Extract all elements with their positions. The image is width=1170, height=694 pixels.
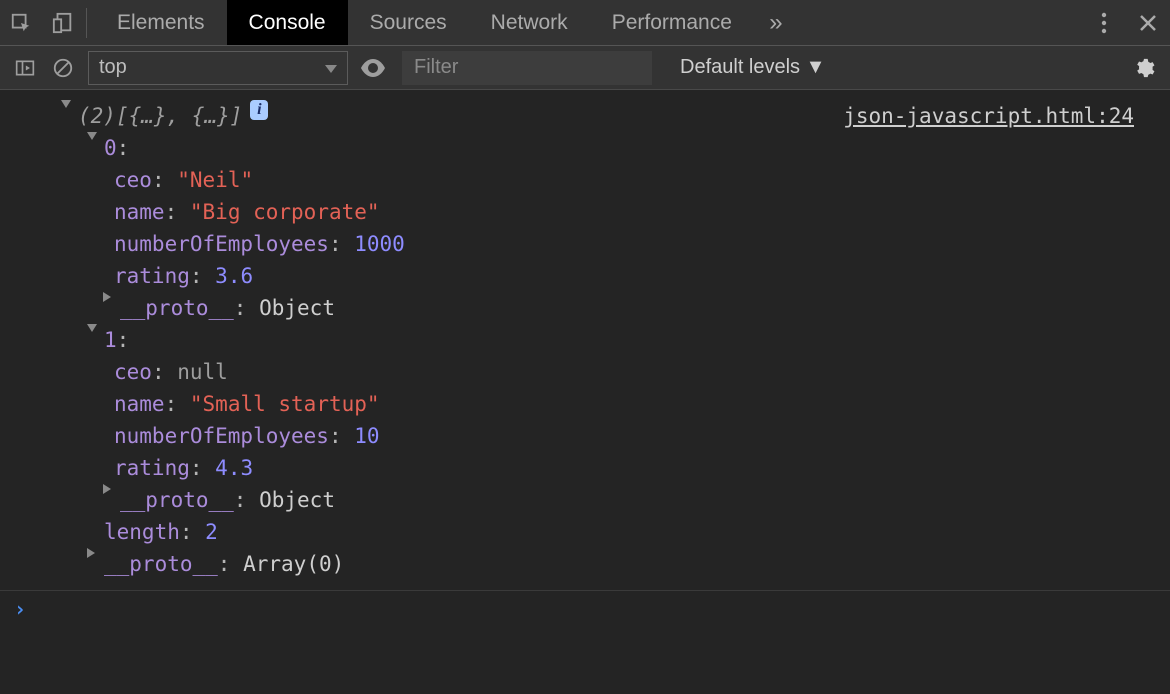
index-0-row[interactable]: 0: <box>14 132 1156 164</box>
tab-sources[interactable]: Sources <box>348 0 469 45</box>
proto-key: __proto__ <box>120 484 234 516</box>
prop-row: ceo: "Neil" <box>14 164 1156 196</box>
close-icon[interactable] <box>1126 0 1170 46</box>
context-label: top <box>99 56 127 79</box>
console-toolbar: top Default levels ▼ <box>0 46 1170 90</box>
triangle-down-icon[interactable] <box>84 324 100 334</box>
prop-row: name: "Small startup" <box>14 388 1156 420</box>
prop-key: name <box>114 388 165 420</box>
array-preview: [{…}, {…}] <box>116 100 242 132</box>
prop-key: rating <box>114 452 190 484</box>
proto-value: Object <box>259 484 335 516</box>
proto-row[interactable]: __proto__: Object <box>14 292 1156 324</box>
index-1-row[interactable]: 1: <box>14 324 1156 356</box>
prop-row: numberOfEmployees: 1000 <box>14 228 1156 260</box>
length-value: 2 <box>205 516 218 548</box>
prop-value: "Neil" <box>177 164 253 196</box>
sidebar-toggle-icon[interactable] <box>6 46 44 89</box>
console-prompt[interactable]: › <box>0 590 1170 627</box>
chevron-down-icon <box>325 56 337 79</box>
prop-key: name <box>114 196 165 228</box>
prop-row: name: "Big corporate" <box>14 196 1156 228</box>
colon: : <box>165 196 178 228</box>
info-icon[interactable]: i <box>250 100 268 120</box>
log-levels-dropdown[interactable]: Default levels ▼ <box>670 51 835 85</box>
colon: : <box>218 548 231 580</box>
tab-console[interactable]: Console <box>227 0 348 45</box>
more-tabs-icon[interactable]: » <box>754 0 798 46</box>
triangle-down-icon[interactable] <box>84 132 100 142</box>
colon: : <box>117 324 130 356</box>
prop-row: rating: 3.6 <box>14 260 1156 292</box>
prop-value: "Small startup" <box>190 388 380 420</box>
prop-row: rating: 4.3 <box>14 452 1156 484</box>
prompt-caret-icon: › <box>14 597 26 621</box>
colon: : <box>234 292 247 324</box>
colon: : <box>329 228 342 260</box>
source-link[interactable]: json-javascript.html:24 <box>843 100 1134 132</box>
index-label: 1 <box>104 324 117 356</box>
prop-row: numberOfEmployees: 10 <box>14 420 1156 452</box>
kebab-menu-icon[interactable] <box>1082 0 1126 46</box>
prop-row: ceo: null <box>14 356 1156 388</box>
prop-value: 4.3 <box>215 452 253 484</box>
prop-key: ceo <box>114 356 152 388</box>
colon: : <box>190 452 203 484</box>
filter-input[interactable] <box>402 51 652 85</box>
proto-value: Array(0) <box>243 548 344 580</box>
array-count: (2) <box>78 100 116 132</box>
colon: : <box>117 132 130 164</box>
triangle-right-icon[interactable] <box>100 292 116 302</box>
tab-elements[interactable]: Elements <box>95 0 227 45</box>
triangle-down-icon[interactable] <box>58 100 74 110</box>
devtools-tabs: Elements Console Sources Network Perform… <box>0 0 1170 46</box>
length-key: length <box>104 516 180 548</box>
colon: : <box>165 388 178 420</box>
triangle-right-icon[interactable] <box>84 548 100 558</box>
prop-value: 3.6 <box>215 260 253 292</box>
length-row: length: 2 <box>14 516 1156 548</box>
inspect-icon[interactable] <box>0 0 42 45</box>
prop-key: numberOfEmployees <box>114 420 329 452</box>
console-output: json-javascript.html:24 (2) [{…}, {…}] i… <box>0 90 1170 590</box>
triangle-right-icon[interactable] <box>100 484 116 494</box>
prop-value: 10 <box>354 420 379 452</box>
prop-value: "Big corporate" <box>190 196 380 228</box>
proto-key: __proto__ <box>104 548 218 580</box>
tab-performance[interactable]: Performance <box>590 0 754 45</box>
colon: : <box>190 260 203 292</box>
colon: : <box>180 516 193 548</box>
colon: : <box>152 356 165 388</box>
clear-console-icon[interactable] <box>44 46 82 89</box>
proto-key: __proto__ <box>120 292 234 324</box>
context-selector[interactable]: top <box>88 51 348 85</box>
prop-value: 1000 <box>354 228 405 260</box>
colon: : <box>152 164 165 196</box>
device-toggle-icon[interactable] <box>42 0 84 45</box>
index-label: 0 <box>104 132 117 164</box>
colon: : <box>234 484 247 516</box>
array-proto-row[interactable]: __proto__: Array(0) <box>14 548 1156 580</box>
divider <box>86 8 87 38</box>
prop-value: null <box>177 356 228 388</box>
prop-key: ceo <box>114 164 152 196</box>
eye-icon[interactable] <box>354 46 392 89</box>
prop-key: rating <box>114 260 190 292</box>
proto-value: Object <box>259 292 335 324</box>
gear-icon[interactable] <box>1124 57 1164 79</box>
proto-row[interactable]: __proto__: Object <box>14 484 1156 516</box>
tab-network[interactable]: Network <box>469 0 590 45</box>
prop-key: numberOfEmployees <box>114 228 329 260</box>
colon: : <box>329 420 342 452</box>
